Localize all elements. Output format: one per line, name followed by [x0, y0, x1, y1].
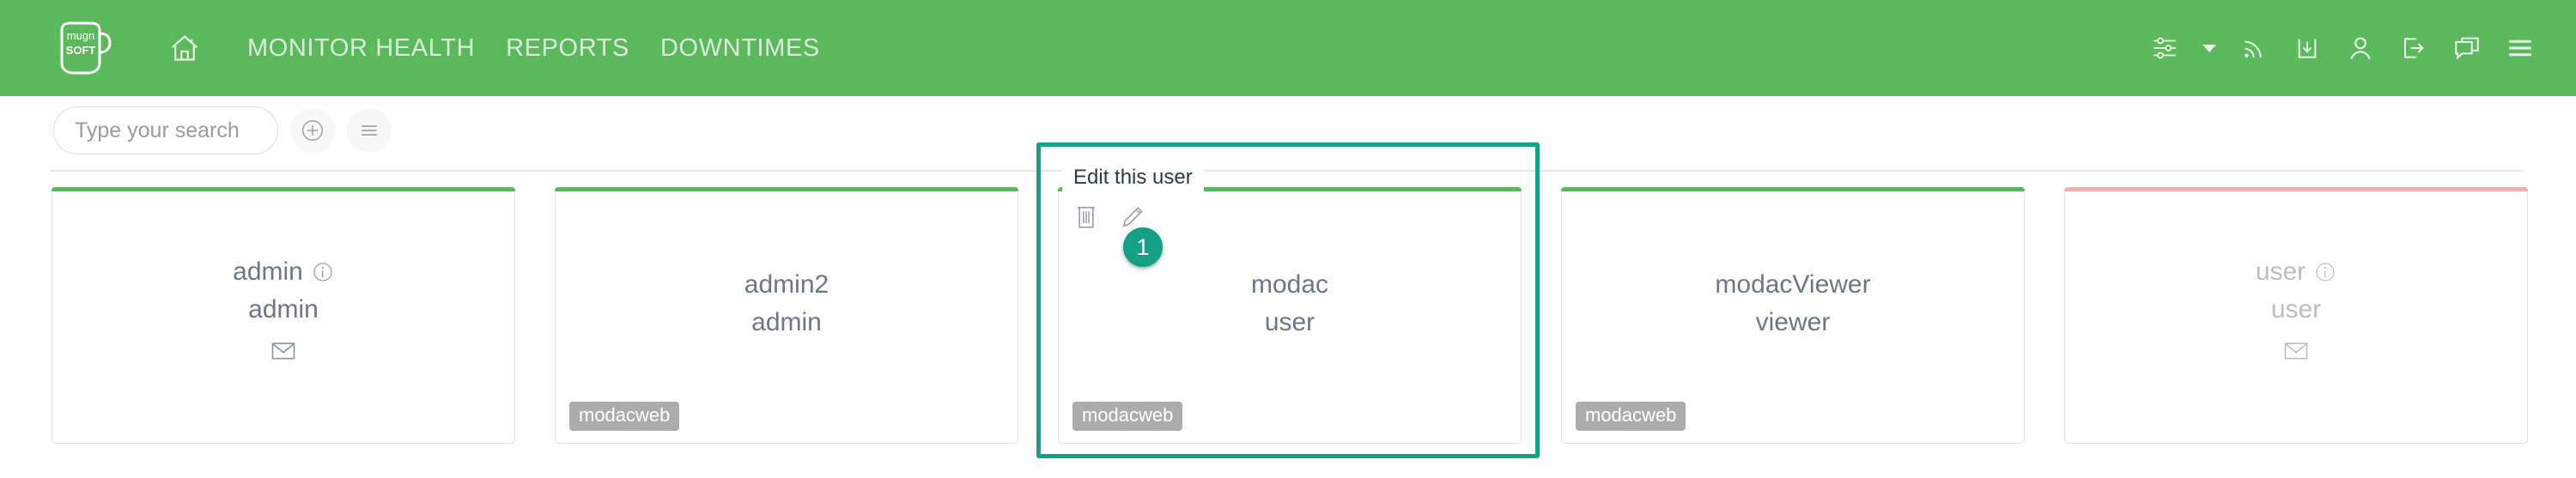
card-tenant-badge: modacweb	[1072, 402, 1183, 431]
card-username: admin2	[744, 270, 829, 299]
header-actions	[2138, 0, 2547, 96]
card-body: admin admin	[52, 191, 514, 443]
card-name-row: admin	[233, 257, 334, 287]
logout-icon	[2404, 38, 2424, 58]
user-card-modac[interactable]: modac user modacweb	[1058, 187, 1522, 444]
nav-home-button[interactable]	[168, 32, 201, 64]
search-box[interactable]	[53, 106, 351, 154]
trash-icon	[1078, 207, 1095, 228]
chat-button[interactable]	[2440, 21, 2494, 75]
app-header: mugn SOFT MONITOR HEALTH REPORTS DOWNTIM…	[0, 0, 2576, 96]
logout-button[interactable]	[2387, 21, 2440, 75]
download-button[interactable]	[2281, 21, 2334, 75]
list-lines-icon	[361, 125, 377, 136]
card-action-bar	[1072, 203, 1146, 232]
delete-user-icon[interactable]	[1072, 203, 1100, 232]
card-role: viewer	[1755, 308, 1831, 336]
chevron-down-icon	[2202, 45, 2216, 52]
brand-logo[interactable]: mugn SOFT	[41, 20, 127, 76]
card-username: modacViewer	[1715, 270, 1871, 299]
card-name-row: user	[2256, 257, 2336, 287]
card-tenant-badge: modacweb	[1576, 402, 1686, 431]
hamburger-menu-button[interactable]	[2494, 21, 2547, 75]
card-username: user	[2255, 257, 2306, 286]
info-icon[interactable]	[312, 261, 334, 283]
user-card-admin2[interactable]: admin2 admin modacweb	[555, 187, 1018, 444]
info-icon[interactable]	[2314, 261, 2336, 283]
annotation-step-badge: 1	[1123, 227, 1163, 267]
user-account-button[interactable]	[2334, 21, 2387, 75]
card-role: user	[2270, 295, 2322, 324]
list-view-button[interactable]	[347, 108, 392, 153]
user-card-admin[interactable]: admin admin	[52, 187, 515, 444]
hamburger-menu-icon	[2509, 39, 2531, 57]
toolbar-divider	[50, 170, 2523, 172]
card-role: admin	[248, 295, 319, 324]
card-role: admin	[751, 308, 822, 336]
card-name-row: admin2	[744, 270, 829, 300]
nav-downtimes[interactable]: DOWNTIMES	[645, 34, 835, 63]
settings-sliders-icon	[2154, 37, 2176, 59]
card-username: modac	[1250, 270, 1329, 299]
user-card-user[interactable]: user user	[2064, 187, 2528, 444]
chat-icon	[2455, 37, 2479, 60]
main-nav: MONITOR HEALTH REPORTS DOWNTIMES	[168, 32, 835, 64]
card-username: admin	[233, 257, 303, 286]
card-role: user	[1264, 308, 1315, 336]
envelope-icon	[2284, 342, 2308, 360]
user-account-icon	[2350, 37, 2371, 60]
nav-reports[interactable]: REPORTS	[490, 34, 645, 63]
home-icon	[172, 35, 197, 61]
card-mail-button[interactable]	[2283, 340, 2309, 362]
card-name-row: modac	[1251, 270, 1328, 300]
mugnsoft-logo-icon: mugn SOFT	[60, 21, 112, 75]
card-name-row: modacViewer	[1715, 270, 1870, 300]
svg-text:SOFT: SOFT	[66, 44, 96, 57]
download-icon	[2298, 39, 2317, 58]
nav-monitor-health[interactable]: MONITOR HEALTH	[232, 34, 490, 63]
add-user-button[interactable]	[290, 108, 335, 153]
card-mail-button[interactable]	[270, 340, 296, 362]
svg-text:mugn: mugn	[67, 29, 95, 42]
user-card-modacviewer[interactable]: modacViewer viewer modacweb	[1561, 187, 2025, 444]
rss-feed-button[interactable]	[2227, 21, 2281, 75]
search-toolbar	[0, 96, 2576, 165]
user-card-grid: admin admin admin2 admin modacweb modac …	[0, 187, 2576, 448]
annotation-tooltip: Edit this user	[1062, 161, 1204, 196]
card-tenant-badge: modacweb	[569, 402, 680, 431]
settings-dropdown-button[interactable]	[2191, 21, 2227, 75]
envelope-icon	[271, 342, 295, 360]
plus-circle-icon	[301, 119, 324, 142]
card-body: user user	[2065, 191, 2527, 443]
settings-sliders-button[interactable]	[2138, 21, 2191, 75]
rss-feed-icon	[2245, 40, 2262, 58]
